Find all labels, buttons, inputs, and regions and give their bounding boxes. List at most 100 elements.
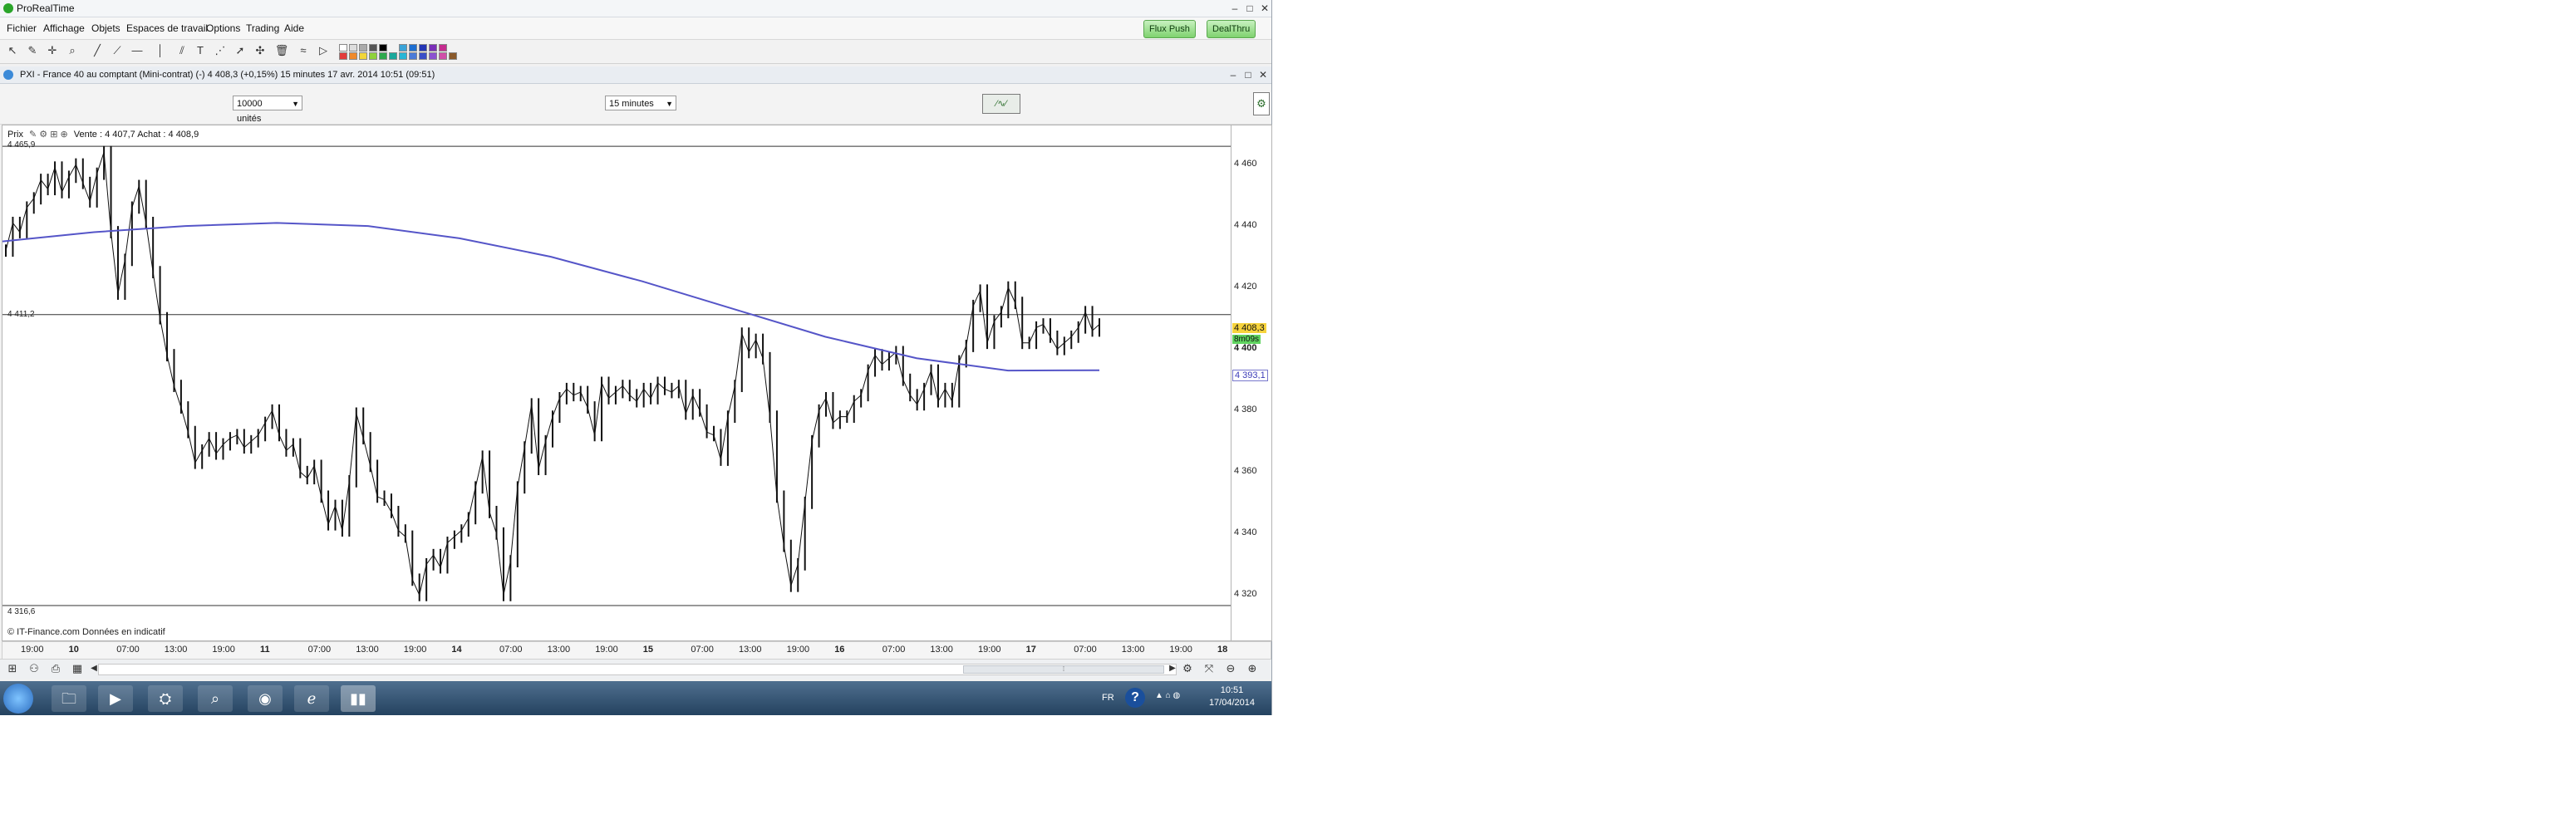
- text-tool-icon[interactable]: T: [193, 43, 208, 58]
- help-icon[interactable]: ?: [1125, 688, 1145, 708]
- scroll-right-button[interactable]: ▶: [1165, 661, 1180, 676]
- menu-aide[interactable]: Aide: [284, 17, 304, 39]
- menu-espaces-de-travail[interactable]: Espaces de travail: [126, 17, 208, 39]
- color-swatch[interactable]: [369, 52, 377, 60]
- chart-close-button[interactable]: ✕: [1256, 66, 1270, 83]
- time-tick-label: 19:00: [403, 645, 427, 655]
- zoom-in-icon[interactable]: ⊕: [1245, 661, 1260, 676]
- color-swatch[interactable]: [409, 44, 417, 52]
- flux-push-button[interactable]: Flux Push: [1143, 20, 1196, 38]
- color-swatch[interactable]: [399, 44, 407, 52]
- color-swatch[interactable]: [379, 44, 387, 52]
- chrome-icon[interactable]: ◉: [248, 685, 283, 712]
- time-tick-label: 13:00: [1121, 645, 1145, 655]
- color-swatch[interactable]: [409, 52, 417, 60]
- timeframe-select[interactable]: 15 minutes ▼: [605, 96, 676, 110]
- price-tick-label: 4 340: [1234, 527, 1257, 538]
- time-tick-label: 13:00: [930, 645, 953, 655]
- color-swatch[interactable]: [339, 44, 347, 52]
- dealthru-button[interactable]: DealThru: [1207, 20, 1256, 38]
- layout-icon[interactable]: ⊞: [5, 661, 20, 676]
- internet-explorer-icon[interactable]: ℯ: [294, 685, 329, 712]
- color-swatch[interactable]: [349, 44, 357, 52]
- units-select[interactable]: 10000 unités ▼: [233, 96, 302, 124]
- color-swatch[interactable]: [399, 52, 407, 60]
- zoom-icon[interactable]: ⌕: [65, 43, 80, 58]
- trendline-icon[interactable]: ╱: [90, 43, 105, 58]
- explorer-icon[interactable]: 🗀: [52, 685, 86, 712]
- vertical-line-icon[interactable]: │: [153, 43, 168, 58]
- legend-tool-icons[interactable]: ✎ ⚙ ⊞ ⊕: [29, 130, 68, 140]
- menu-affichage[interactable]: Affichage: [43, 17, 85, 39]
- color-swatch[interactable]: [389, 52, 397, 60]
- menu-options[interactable]: Options: [206, 17, 240, 39]
- chevron-down-icon: ▼: [292, 100, 299, 108]
- system-clock[interactable]: 10:51 17/04/2014: [1209, 684, 1255, 709]
- time-axis[interactable]: 19:00 10 07:00 13:00 19:00 11 07:00 13:00 19:00 1…: [2, 641, 1271, 660]
- gann-icon[interactable]: ✣: [253, 43, 268, 58]
- indicators-icon[interactable]: ⁄∿⁄: [982, 94, 1020, 114]
- clock-date: 17/04/2014: [1208, 698, 1255, 708]
- grid-icon[interactable]: ▦: [70, 661, 85, 676]
- chart-settings-icon[interactable]: ⚙: [1253, 92, 1270, 115]
- start-button[interactable]: [3, 684, 33, 714]
- color-swatch[interactable]: [369, 44, 377, 52]
- people-icon[interactable]: ⚇: [27, 661, 42, 676]
- minimize-button[interactable]: –: [1228, 0, 1241, 17]
- horizontal-scrollbar[interactable]: ⁞: [98, 664, 1177, 675]
- chart-tools-icon[interactable]: ⚙: [1180, 661, 1195, 676]
- horizontal-line-icon[interactable]: —: [130, 43, 145, 58]
- fibonacci-icon[interactable]: ⋰: [213, 43, 228, 58]
- color-swatch[interactable]: [429, 52, 437, 60]
- arrow-tool-icon[interactable]: ➚: [233, 43, 248, 58]
- pencil-icon[interactable]: ✎: [25, 43, 40, 58]
- media-player-icon[interactable]: ▶: [98, 685, 133, 712]
- zoom-fit-icon[interactable]: ⤧: [1202, 661, 1217, 676]
- price-chart[interactable]: Prix ✎ ⚙ ⊞ ⊕ Vente : 4 407,7 Achat : 4 4…: [2, 125, 1231, 641]
- network-app-icon[interactable]: ⛭: [148, 685, 183, 712]
- time-tick-label: 07:00: [691, 645, 714, 655]
- maximize-button[interactable]: □: [1243, 0, 1256, 17]
- drawing-toolbar: ↖ ✎ ✛ ⌕ ╱ ⟋ — │ ⫽ T ⋰ ➚ ✣ 🗑 ≈ ▷: [0, 40, 1271, 64]
- menu-trading[interactable]: Trading: [246, 17, 279, 39]
- color-swatch[interactable]: [439, 44, 447, 52]
- color-swatch[interactable]: [359, 52, 367, 60]
- color-swatch[interactable]: [419, 52, 427, 60]
- taskbar: 🗀 ▶ ⛭ ⌕ ◉ ℯ ▮▮ FR ? ▲ ⌂ ◍ 10:51 17/04/20…: [0, 681, 1271, 715]
- chart-minimize-button[interactable]: –: [1227, 66, 1240, 83]
- delete-icon[interactable]: 🗑: [274, 43, 289, 58]
- scrollbar-thumb[interactable]: ⁞: [963, 665, 1164, 674]
- cursor-icon[interactable]: ↖: [5, 43, 20, 58]
- zoom-out-icon[interactable]: ⊖: [1223, 661, 1238, 676]
- chart-window-title: PXI - France 40 au comptant (Mini-contra…: [20, 70, 435, 80]
- time-tick-label: 07:00: [307, 645, 332, 655]
- chart-maximize-button[interactable]: □: [1241, 66, 1255, 83]
- time-tick-label: 13:00: [164, 645, 188, 655]
- timeframe-select-value: 15 minutes: [609, 99, 654, 109]
- color-swatch[interactable]: [439, 52, 447, 60]
- color-swatch[interactable]: [349, 52, 357, 60]
- close-button[interactable]: ✕: [1258, 0, 1271, 17]
- color-swatch[interactable]: [339, 52, 347, 60]
- menu-fichier[interactable]: Fichier: [7, 17, 37, 39]
- tray-icons[interactable]: ▲ ⌂ ◍: [1155, 691, 1180, 700]
- segment-icon[interactable]: ⟋: [110, 43, 125, 58]
- color-swatch[interactable]: [449, 52, 457, 60]
- search-app-icon[interactable]: ⌕: [198, 685, 233, 712]
- channel-icon[interactable]: ⫽: [175, 43, 189, 58]
- application-window: ProRealTime – □ ✕ Fichier Affichage Obje…: [0, 0, 1272, 715]
- color-swatch[interactable]: [429, 44, 437, 52]
- color-swatch[interactable]: [359, 44, 367, 52]
- prorealtime-taskbar-icon[interactable]: ▮▮: [341, 685, 376, 712]
- pattern-icon[interactable]: ≈: [296, 43, 311, 58]
- crosshair-icon[interactable]: ✛: [45, 43, 60, 58]
- time-tick-label: 17: [1025, 645, 1036, 655]
- playback-icon[interactable]: ▷: [316, 43, 331, 58]
- price-axis[interactable]: 4 460 4 440 4 420 4 400 4 380 4 360 4 340 4 320…: [1231, 125, 1272, 641]
- language-indicator[interactable]: FR: [1102, 693, 1114, 703]
- menu-objets[interactable]: Objets: [91, 17, 120, 39]
- print-icon[interactable]: ⎙: [48, 661, 63, 676]
- color-swatch[interactable]: [379, 52, 387, 60]
- price-tick-label: 4 460: [1234, 159, 1257, 169]
- color-swatch[interactable]: [419, 44, 427, 52]
